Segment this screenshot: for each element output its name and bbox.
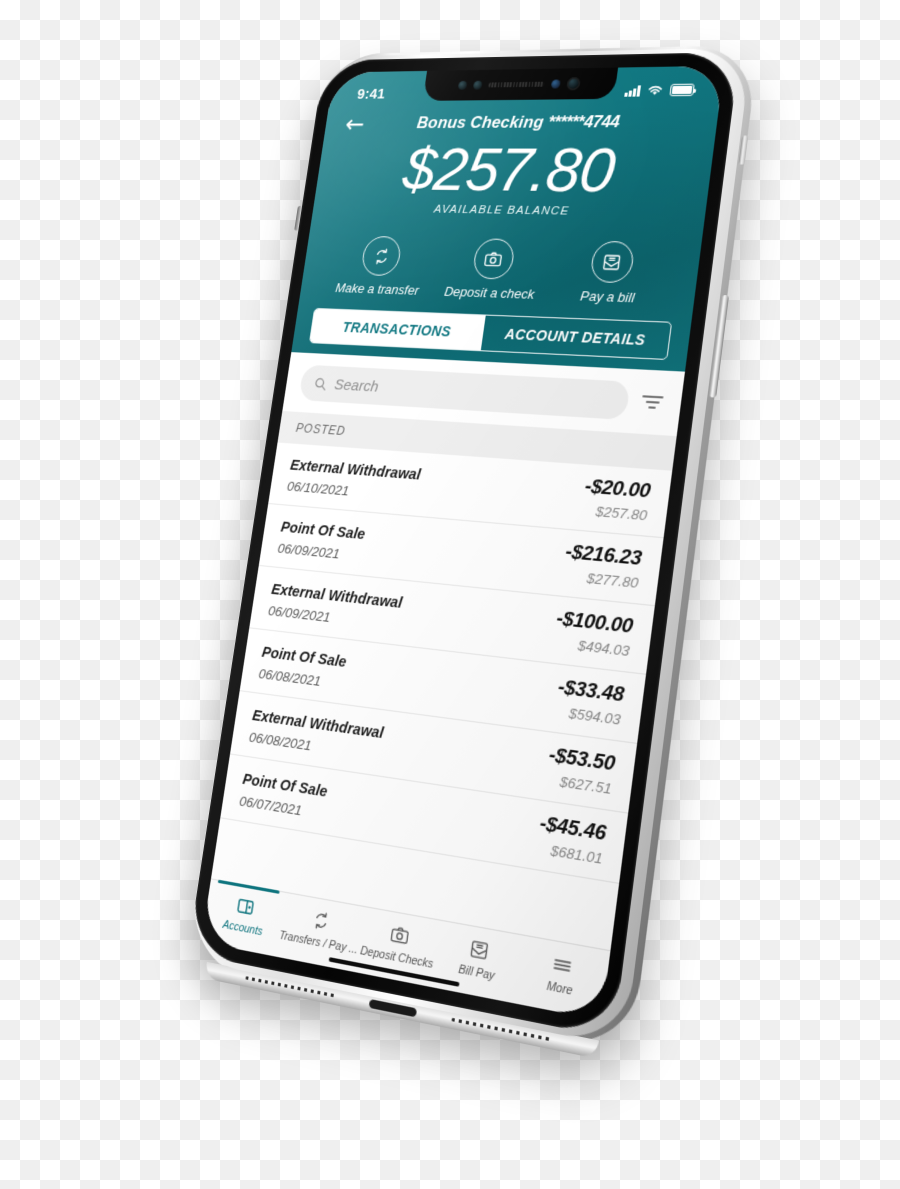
- bill-envelope-icon: [437, 929, 522, 971]
- transaction-amount: -$53.50: [547, 743, 617, 777]
- transaction-amount: -$33.48: [556, 675, 626, 708]
- status-bar-indicators: [624, 83, 695, 97]
- action-label: Pay a bill: [579, 288, 636, 306]
- transactions-list: External Withdrawal -$20.00 06/10/2021 $…: [220, 442, 673, 885]
- notch: [422, 66, 619, 101]
- proximity-sensor-icon: [472, 80, 483, 90]
- nav-item-transfers-pay[interactable]: Transfers / Pay ...: [278, 900, 362, 957]
- transfer-arrows-icon: [360, 236, 403, 277]
- transaction-running-balance: $277.80: [585, 569, 640, 592]
- signal-bars-icon: [624, 84, 642, 97]
- hamburger-icon: [519, 944, 607, 987]
- transaction-amount: -$216.23: [563, 540, 643, 571]
- battery-full-icon: [669, 83, 695, 96]
- phone-body: 9:41 ← Bonus Checking ******4744 $257.80…: [187, 51, 740, 1039]
- front-camera-icon: [566, 76, 581, 90]
- home-indicator: [328, 956, 460, 987]
- available-balance-value: $257.80: [398, 135, 619, 206]
- search-input[interactable]: Search: [298, 364, 631, 421]
- nav-label: Bill Pay: [457, 962, 496, 984]
- transaction-date: 06/09/2021: [267, 602, 332, 626]
- action-deposit-a-check[interactable]: Deposit a check: [434, 238, 551, 303]
- transaction-date: 06/09/2021: [276, 540, 341, 562]
- tab-transactions[interactable]: TRANSACTIONS: [309, 309, 486, 351]
- search-icon: [313, 376, 329, 392]
- table-row[interactable]: Point Of Sale -$45.46 06/07/2021 $681.01: [220, 754, 629, 885]
- nav-item-accounts[interactable]: Accounts: [205, 887, 284, 942]
- account-mask: ******4744: [547, 112, 621, 132]
- transaction-running-balance: $594.03: [567, 704, 622, 729]
- nav-item-bill-pay[interactable]: Bill Pay: [435, 929, 522, 988]
- transactions-panel: Search POSTED External Withdrawal -$20.0…: [220, 352, 685, 885]
- action-pay-a-bill[interactable]: Pay a bill: [550, 240, 673, 307]
- nav-item-more[interactable]: More: [517, 944, 608, 1004]
- tab-account-details[interactable]: ACCOUNT DETAILS: [481, 316, 671, 359]
- transaction-date: 06/08/2021: [257, 665, 322, 690]
- segmented-control: TRANSACTIONS ACCOUNT DETAILS: [308, 307, 673, 361]
- nav-label: More: [545, 979, 574, 999]
- camera-icon: [359, 914, 441, 955]
- transaction-running-balance: $681.01: [549, 842, 604, 868]
- bill-envelope-icon: [588, 240, 636, 284]
- phone-mockup: 9:41 ← Bonus Checking ******4744 $257.80…: [186, 44, 760, 1059]
- nav-label: Transfers / Pay ...: [278, 928, 359, 957]
- transaction-date: 06/08/2021: [248, 729, 313, 754]
- nav-label: Deposit Checks: [359, 944, 434, 972]
- wifi-icon: [646, 84, 665, 95]
- ir-sensor-icon: [457, 80, 468, 90]
- transaction-amount: -$45.46: [538, 812, 608, 846]
- transaction-date: 06/10/2021: [286, 478, 351, 499]
- transaction-running-balance: $494.03: [576, 637, 631, 660]
- filter-icon[interactable]: [640, 395, 665, 410]
- search-placeholder: Search: [333, 375, 380, 396]
- transaction-running-balance: $627.51: [558, 773, 613, 798]
- account-title-row: ← Bonus Checking ******4744: [324, 105, 719, 138]
- account-name: Bonus Checking: [415, 113, 545, 132]
- camera-icon: [471, 238, 517, 280]
- account-header: 9:41 ← Bonus Checking ******4744 $257.80…: [291, 65, 725, 372]
- screenshot-canvas: 9:41 ← Bonus Checking ******4744 $257.80…: [0, 0, 900, 1189]
- transaction-amount: -$20.00: [583, 475, 652, 504]
- action-make-a-transfer[interactable]: Make a transfer: [325, 235, 437, 298]
- status-bar-time: 9:41: [356, 85, 387, 103]
- earpiece-speaker: [488, 81, 545, 87]
- phone-stage: 9:41 ← Bonus Checking ******4744 $257.80…: [0, 0, 900, 1189]
- quick-actions: Make a transfer Deposit a check Pay a bi…: [299, 214, 705, 319]
- dot-projector-icon: [550, 78, 561, 89]
- transaction-amount: -$100.00: [554, 607, 635, 639]
- nav-item-deposit-checks[interactable]: Deposit Checks: [357, 914, 442, 971]
- transfer-arrows-icon: [281, 900, 363, 940]
- action-label: Deposit a check: [443, 283, 536, 303]
- action-label: Make a transfer: [334, 280, 420, 298]
- transaction-running-balance: $257.80: [594, 503, 649, 524]
- page-title: Bonus Checking ******4744: [350, 112, 696, 133]
